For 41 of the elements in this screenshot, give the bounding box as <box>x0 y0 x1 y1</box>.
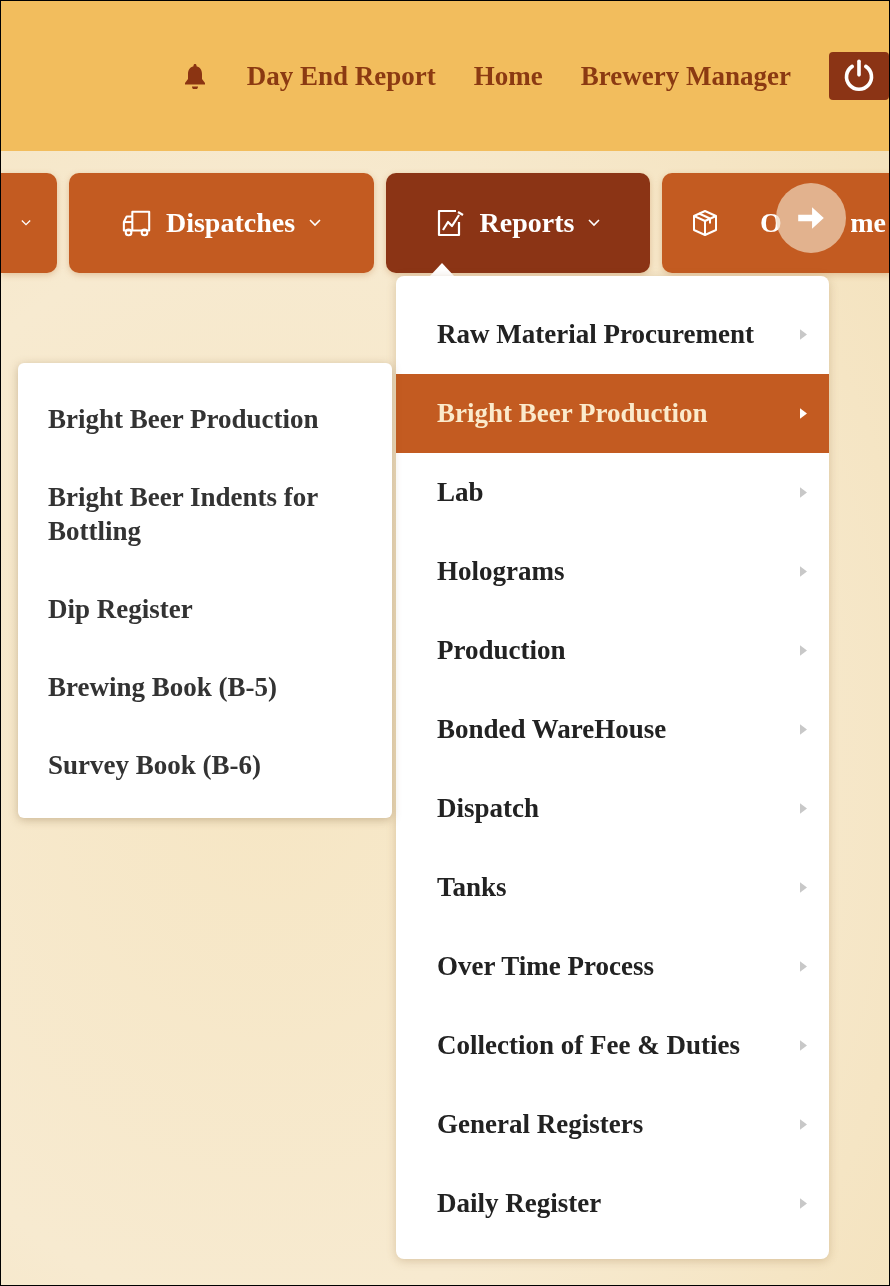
caret-right-icon <box>800 645 807 656</box>
caret-right-icon <box>800 1040 807 1051</box>
header-link[interactable]: Day End Report <box>246 60 436 92</box>
menu-item[interactable]: Raw Material Procurement <box>396 295 829 374</box>
header-link[interactable]: Brewery Manager <box>580 60 791 92</box>
caret-right-icon <box>800 724 807 735</box>
chart-icon <box>435 208 466 238</box>
menu-item[interactable]: Tanks <box>396 848 829 927</box>
submenu-item[interactable]: Bright Beer Indents for Bottling <box>18 458 392 570</box>
caret-right-icon <box>800 961 807 972</box>
caret-right-icon <box>800 408 807 419</box>
menu-item[interactable]: Holograms <box>396 532 829 611</box>
menu-item[interactable]: Daily Register <box>396 1164 829 1243</box>
menu-item[interactable]: Collection of Fee & Duties <box>396 1006 829 1085</box>
submenu-item[interactable]: Bright Beer Production <box>18 380 392 458</box>
menu-item[interactable]: Dispatch <box>396 769 829 848</box>
menu-item[interactable]: Production <box>396 611 829 690</box>
caret-right-icon <box>800 1119 807 1130</box>
nav-tab[interactable]: Dispatches <box>69 173 374 273</box>
menu-item[interactable]: Lab <box>396 453 829 532</box>
caret-right-icon <box>800 566 807 577</box>
power-icon <box>842 59 876 93</box>
cube-icon <box>690 208 720 238</box>
nav-tab[interactable]: Reports <box>386 173 650 273</box>
submenu-item[interactable]: Dip Register <box>18 570 392 648</box>
nav-label-fragment: me <box>850 207 886 239</box>
caret-right-icon <box>800 882 807 893</box>
menu-item[interactable]: Bonded WareHouse <box>396 690 829 769</box>
caret-right-icon <box>800 329 807 340</box>
submenu-item[interactable]: Brewing Book (B-5) <box>18 648 392 726</box>
caret-right-icon <box>800 803 807 814</box>
menu-item[interactable]: Over Time Process <box>396 927 829 1006</box>
truck-icon <box>121 208 152 238</box>
menu-item[interactable]: General Registers <box>396 1085 829 1164</box>
caret-right-icon <box>800 487 807 498</box>
caret-right-icon <box>800 1198 807 1209</box>
menu-item[interactable]: Bright Beer Production <box>396 374 829 453</box>
header-link[interactable]: Home <box>473 60 543 92</box>
power-button[interactable] <box>829 52 889 100</box>
bell-icon[interactable] <box>182 63 207 89</box>
submenu-item[interactable]: Survey Book (B-6) <box>18 726 392 804</box>
